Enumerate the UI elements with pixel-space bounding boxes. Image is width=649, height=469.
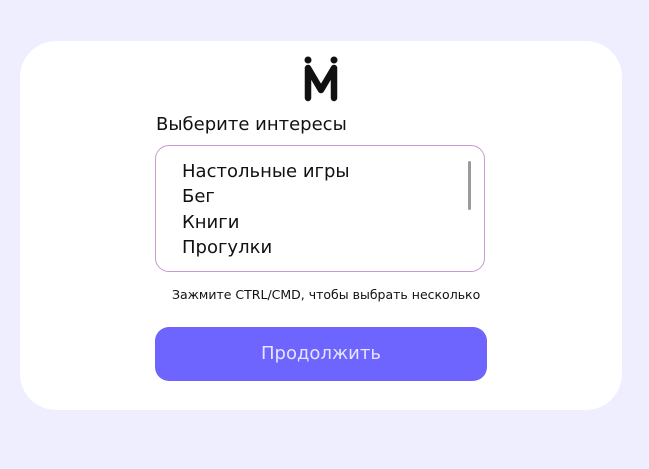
interests-listbox[interactable]: Настольные игры Бег Книги Прогулки — [155, 145, 485, 272]
listbox-scrollbar[interactable] — [468, 161, 471, 210]
option-books[interactable]: Книги — [182, 212, 239, 233]
option-board-games[interactable]: Настольные игры — [182, 161, 350, 182]
option-running[interactable]: Бег — [182, 186, 215, 207]
option-walks[interactable]: Прогулки — [182, 237, 272, 258]
m-letter-logo-icon — [304, 56, 338, 102]
interests-heading: Выберите интересы — [156, 114, 347, 135]
multi-select-hint: Зажмите CTRL/CMD, чтобы выбрать нескольк… — [172, 287, 481, 302]
continue-button[interactable]: Продолжить — [155, 327, 487, 381]
